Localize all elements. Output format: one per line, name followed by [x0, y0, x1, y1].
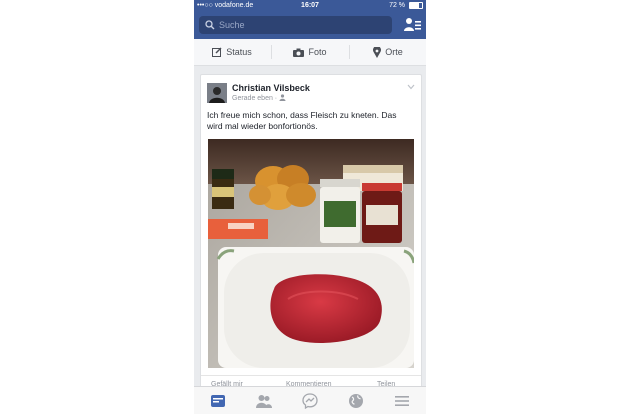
- friends-icon[interactable]: [256, 393, 272, 409]
- post-author[interactable]: Christian Vilsbeck: [232, 83, 310, 93]
- battery-status: 72 %: [389, 0, 423, 12]
- location-pin-icon: [373, 46, 382, 58]
- composer-bar: Status Foto Orte: [194, 39, 426, 66]
- friend-requests-icon[interactable]: [404, 17, 422, 33]
- battery-icon: [409, 1, 423, 9]
- photo-label: Foto: [308, 47, 327, 57]
- status-bar: •••○○ vodafone.de 16:07 72 %: [194, 0, 426, 12]
- search-field[interactable]: Suche: [199, 16, 392, 34]
- news-feed-icon[interactable]: [210, 393, 226, 409]
- status-label: Status: [226, 47, 252, 57]
- places-label: Orte: [385, 47, 403, 57]
- post-photo[interactable]: [208, 139, 414, 368]
- battery-percent: 72 %: [389, 2, 406, 9]
- globe-icon[interactable]: [348, 393, 364, 409]
- search-icon: [205, 20, 215, 30]
- audience-icon: [279, 94, 286, 101]
- post-text: Ich freue mich schon, dass Fleisch zu kn…: [207, 110, 397, 131]
- camera-icon: [293, 48, 305, 57]
- post-meta: Gerade eben ·: [232, 94, 286, 102]
- top-navigation-bar: Suche: [194, 12, 426, 39]
- meat-photo: [208, 139, 414, 368]
- pencil-icon: [212, 47, 222, 57]
- places-button[interactable]: Orte: [350, 39, 426, 65]
- search-placeholder: Suche: [219, 20, 245, 30]
- post-time: Gerade eben ·: [232, 95, 278, 102]
- menu-icon[interactable]: [394, 393, 410, 409]
- phone-screen: •••○○ vodafone.de 16:07 72 % Suche Statu…: [194, 0, 426, 414]
- battery-level: [410, 2, 419, 8]
- messenger-icon[interactable]: [302, 393, 318, 409]
- chevron-down-icon[interactable]: [407, 84, 415, 90]
- news-feed-post: Christian Vilsbeck Gerade eben · Ich fre…: [200, 74, 422, 396]
- avatar[interactable]: [207, 83, 227, 103]
- profile-photo: [207, 83, 227, 103]
- status-button[interactable]: Status: [194, 39, 270, 65]
- bottom-tab-bar: [194, 386, 426, 414]
- photo-button[interactable]: Foto: [272, 39, 348, 65]
